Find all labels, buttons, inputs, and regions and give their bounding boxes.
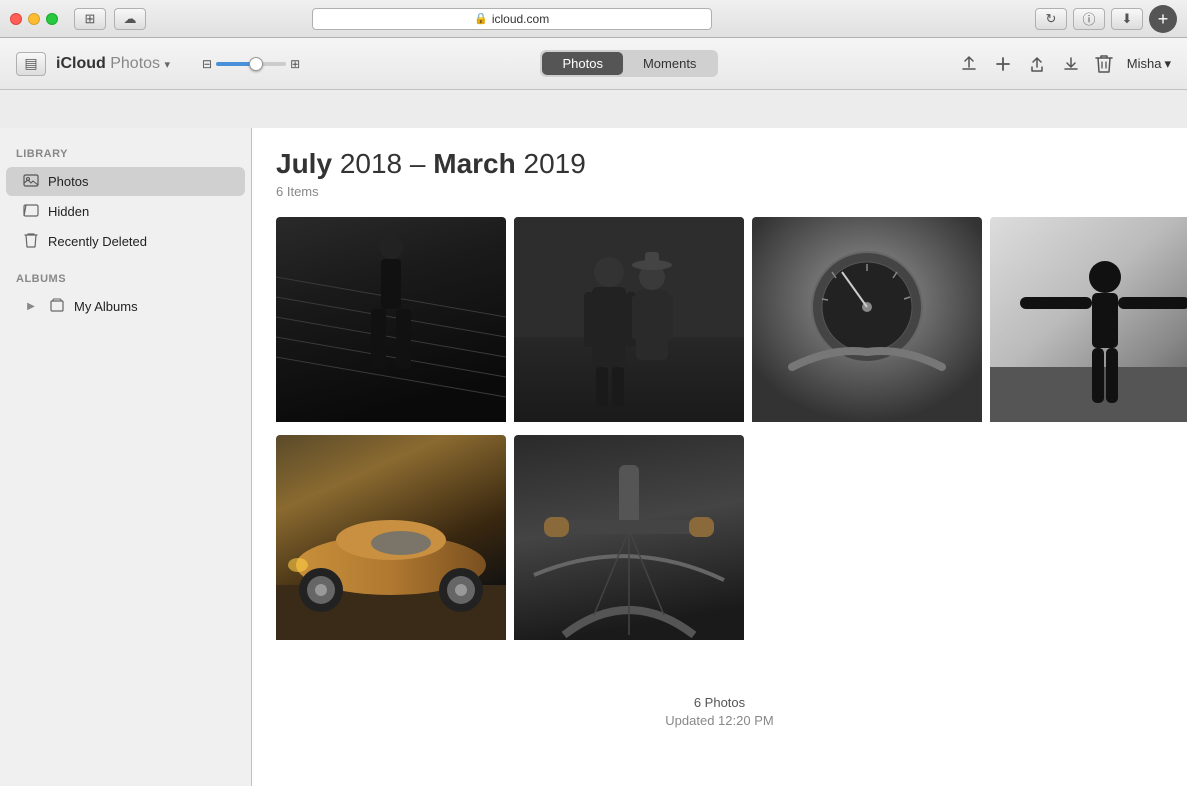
main-layout: Library Photos Hid [0,128,1187,786]
date-separator: – [410,148,426,179]
footer-updated: Updated 12:20 PM [276,713,1163,728]
zoom-slider[interactable] [216,62,286,66]
sidebar-item-hidden[interactable]: Hidden [6,197,245,226]
user-menu[interactable]: Misha ▾ [1127,56,1171,72]
start-year: 2018 [340,148,402,179]
photo-1-image [276,217,506,422]
titlebar: ⊞ ☁ 🔒 icloud.com ↻ ⓘ ⬇ + [0,0,1187,38]
sidebar-hidden-label: Hidden [48,204,89,219]
zoom-thumb[interactable] [249,57,263,71]
photo-3-image [752,217,982,422]
reload-btn[interactable]: ↻ [1035,8,1067,30]
user-name: Misha [1127,56,1162,71]
sidebar-item-my-albums[interactable]: ▶ My Albums [6,292,245,321]
share-button[interactable] [1027,54,1047,74]
photo-2-image [514,217,744,422]
app-container: Library Photos Hid [0,38,1187,786]
app-product: Photos [110,55,160,72]
sidebar-icon: ⊞ [85,11,96,27]
end-year: 2019 [524,148,586,179]
upload-icon [959,54,979,74]
content-header: July 2018 – March 2019 6 Items [276,148,1163,199]
download-photos-button[interactable] [1061,54,1081,74]
url-bar[interactable]: 🔒 icloud.com [312,8,712,30]
hidden-icon [22,202,40,221]
zoom-large-icon: ⊞ [290,57,300,71]
share-icon [1027,54,1047,74]
sidebar-toggle-icon: ▤ [24,55,37,72]
sidebar-toggle-toolbar[interactable]: ▤ [16,52,46,76]
sidebar: Library Photos Hid [0,128,252,786]
upload-button[interactable] [959,54,979,74]
sidebar-item-photos[interactable]: Photos [6,167,245,196]
photo-6-image [514,435,744,640]
app-brand: iCloud [56,55,106,72]
albums-icon [48,297,66,316]
view-segment-control: Photos Moments [540,50,718,77]
toolbar: ▤ iCloud Photos ▾ ⊟ ⊞ Photos Moments [0,38,1187,90]
add-icon [993,54,1013,74]
close-button[interactable] [10,13,22,25]
library-section-label: Library [0,144,251,166]
moments-tab[interactable]: Moments [623,52,716,75]
photo-item-5[interactable] [276,435,506,645]
sidebar-recently-deleted-label: Recently Deleted [48,234,147,249]
minimize-button[interactable] [28,13,40,25]
delete-button[interactable] [1095,54,1113,74]
toolbar-center: Photos Moments [312,50,947,77]
url-text: icloud.com [492,12,549,26]
app-chevron-icon: ▾ [164,59,170,71]
maximize-button[interactable] [46,13,58,25]
info-btn[interactable]: ⓘ [1073,8,1105,30]
lock-icon: 🔒 [474,12,488,25]
zoom-small-icon: ⊟ [202,57,212,71]
download-btn[interactable]: ⬇ [1111,8,1143,30]
content-area: July 2018 – March 2019 6 Items [252,128,1187,786]
photos-icon [22,172,40,191]
start-month: July [276,148,332,179]
icloud-icon: ☁ [124,11,137,27]
photo-5-image [276,435,506,640]
footer-count: 6 Photos [276,695,1163,710]
content-footer: 6 Photos Updated 12:20 PM [276,665,1163,738]
photo-item-2[interactable] [514,217,744,427]
sidebar-toggle-btn[interactable]: ⊞ [74,8,106,30]
photo-item-6[interactable] [514,435,744,645]
add-button[interactable] [993,54,1013,74]
photos-tab[interactable]: Photos [542,52,622,75]
user-chevron-icon: ▾ [1164,56,1171,72]
new-tab-button[interactable]: + [1149,5,1177,33]
sidebar-photos-label: Photos [48,174,88,189]
icloud-btn[interactable]: ☁ [114,8,146,30]
photo-item-3[interactable] [752,217,982,427]
toolbar-left: ▤ iCloud Photos ▾ [16,52,170,76]
photo-4-image [990,217,1187,422]
items-count: 6 Items [276,184,1163,199]
sidebar-item-recently-deleted[interactable]: Recently Deleted [6,227,245,256]
date-range: July 2018 – March 2019 [276,148,1163,180]
end-month: March [433,148,515,179]
my-albums-label: My Albums [74,299,138,314]
zoom-control: ⊟ ⊞ [202,57,300,71]
toolbar-right: Misha ▾ [959,54,1171,74]
my-albums-expand-icon: ▶ [22,301,40,312]
albums-section-label: Albums [0,269,251,291]
recently-deleted-icon [22,232,40,251]
photo-item-4[interactable] [990,217,1187,427]
app-title: iCloud Photos ▾ [56,55,170,73]
photo-grid [276,217,1163,645]
download-icon [1061,54,1081,74]
traffic-lights [10,13,58,25]
titlebar-right: ↻ ⓘ ⬇ + [1035,5,1177,33]
photo-item-1[interactable] [276,217,506,427]
delete-icon [1095,54,1113,74]
